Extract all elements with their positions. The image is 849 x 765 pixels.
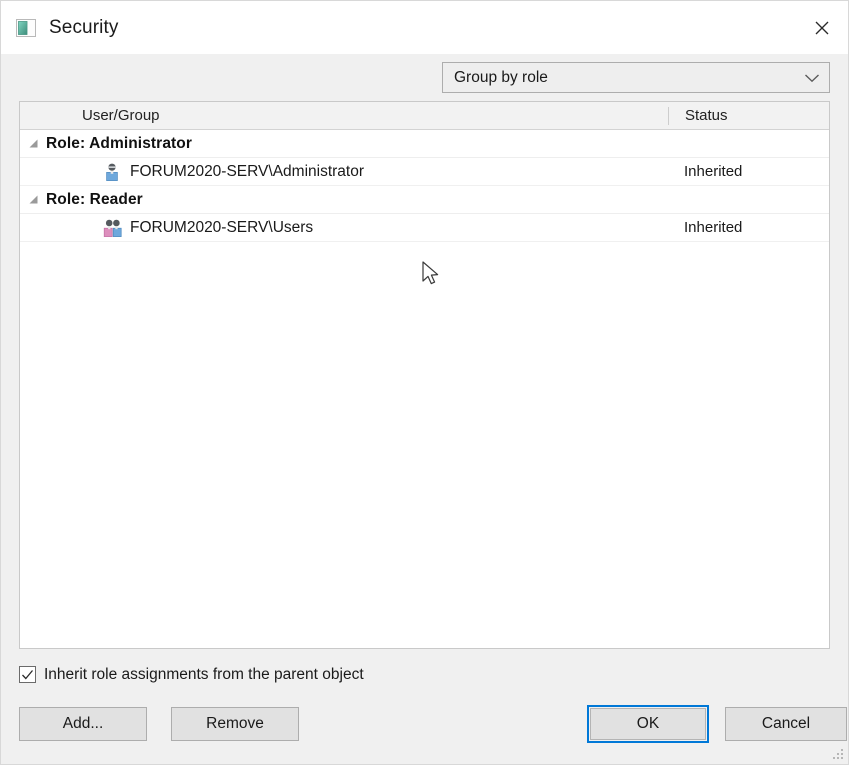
group-label: Role: Administrator: [46, 134, 193, 152]
inherit-row: Inherit role assignments from the parent…: [19, 649, 830, 696]
triangle-expanded-icon[interactable]: [20, 194, 46, 205]
window-pane-icon: [15, 18, 37, 38]
list-header: User/Group Status: [20, 102, 829, 130]
principal-cell: FORUM2020-SERV\Users: [20, 218, 668, 238]
status-cell: Inherited: [684, 219, 743, 236]
group-header-row[interactable]: Role: Administrator: [20, 130, 829, 158]
user-group-icon: [102, 218, 122, 238]
ok-button[interactable]: OK: [587, 705, 709, 743]
group-header-row[interactable]: Role: Reader: [20, 186, 829, 214]
table-row[interactable]: FORUM2020-SERV\Users Inherited: [20, 214, 829, 242]
inherit-checkbox[interactable]: [19, 666, 36, 683]
principal-name: FORUM2020-SERV\Administrator: [130, 162, 365, 180]
group-by-value: Group by role: [454, 68, 548, 86]
principal-name: FORUM2020-SERV\Users: [130, 218, 314, 236]
ok-button-label: OK: [590, 708, 706, 740]
add-button[interactable]: Add...: [19, 707, 147, 741]
chevron-down-icon: [804, 73, 820, 83]
column-header-usergroup[interactable]: User/Group: [20, 107, 668, 124]
list-rows: Role: Administrator FORUM2020-SERV\Admin…: [20, 130, 829, 242]
button-row: Add... Remove OK Cancel: [19, 696, 847, 752]
window-title: Security: [49, 16, 119, 38]
column-header-status[interactable]: Status: [668, 106, 829, 125]
resize-grip-icon[interactable]: [831, 747, 845, 761]
inherit-label[interactable]: Inherit role assignments from the parent…: [44, 666, 364, 684]
filter-row: Group by role: [19, 54, 830, 101]
dialog-body: Group by role User/Group Status Role: Ad…: [1, 54, 848, 764]
cancel-button[interactable]: Cancel: [725, 707, 847, 741]
single-user-icon: [102, 162, 122, 182]
permissions-listbox[interactable]: User/Group Status Role: Administrator FO…: [19, 101, 830, 649]
triangle-expanded-icon[interactable]: [20, 138, 46, 149]
table-row[interactable]: FORUM2020-SERV\Administrator Inherited: [20, 158, 829, 186]
security-dialog: Security Group by role User/Group Status…: [0, 0, 849, 765]
remove-button[interactable]: Remove: [171, 707, 299, 741]
group-label: Role: Reader: [46, 190, 143, 208]
status-cell: Inherited: [684, 163, 743, 180]
group-by-dropdown[interactable]: Group by role: [442, 62, 830, 93]
principal-cell: FORUM2020-SERV\Administrator: [20, 162, 668, 182]
title-bar: Security: [1, 1, 848, 54]
close-button[interactable]: [796, 1, 848, 54]
